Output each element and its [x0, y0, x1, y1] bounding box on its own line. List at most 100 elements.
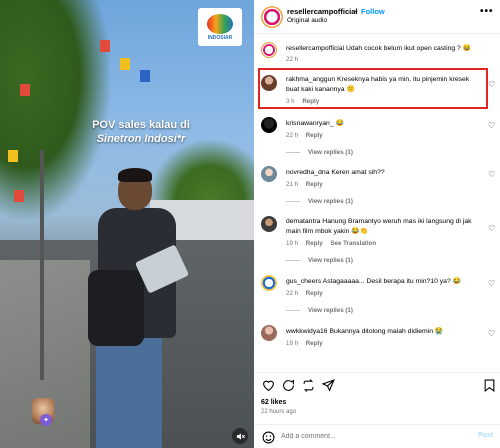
like-count[interactable]: 62 likes — [261, 399, 286, 406]
comment-meta: 22 h Reply — [286, 290, 329, 297]
view-replies-label[interactable]: View replies (1) — [308, 198, 353, 205]
divider — [286, 200, 300, 202]
caption-line-1: POV sales kalau di — [92, 119, 190, 131]
avatar[interactable] — [261, 6, 283, 28]
comment-time: 22 h — [286, 56, 299, 63]
view-replies-button[interactable]: View replies (1) — [286, 307, 353, 314]
video-caption: POV sales kalau di Sinetron Indosi*r — [76, 118, 206, 146]
like-comment-icon[interactable]: ♡ — [488, 80, 495, 89]
bunting-flag — [20, 84, 30, 96]
comment-meta: 22 h Reply — [286, 132, 329, 139]
logo-emblem — [207, 13, 233, 34]
avatar[interactable] — [261, 325, 277, 341]
comment-username[interactable]: dematantra — [286, 218, 320, 225]
person-hair — [118, 168, 152, 182]
logo-text: INDOSIAR — [207, 34, 233, 41]
repost-icon[interactable] — [301, 378, 315, 392]
post-panel: resellercampofficial • Follow Original a… — [254, 0, 500, 448]
add-comment-bar: Post — [254, 424, 500, 448]
comment-text: novredha_dna Keren amat sih?? — [286, 168, 478, 178]
comment-time: 22 h — [286, 132, 299, 139]
speaker-muted-icon — [236, 432, 245, 440]
comment-username[interactable]: wwkkwidya16 — [286, 328, 328, 335]
comment-text: dematantra Hanung Bramantyo weruh mas ik… — [286, 217, 478, 237]
post-timestamp: 22 hours ago — [261, 409, 297, 415]
person-legs — [96, 335, 162, 448]
divider — [286, 151, 300, 153]
bunting-flag — [140, 70, 150, 82]
comment-icon[interactable] — [281, 378, 295, 392]
audio-link[interactable]: Original audio — [287, 17, 327, 24]
caption-line-2: Sinetron Indosi*r — [96, 133, 186, 145]
indosiar-logo: INDOSIAR — [198, 8, 242, 46]
comment-meta: 19 h Reply — [286, 340, 329, 347]
post-header: resellercampofficial • Follow Original a… — [254, 0, 500, 34]
avatar[interactable] — [261, 216, 277, 232]
bunting-flag — [120, 58, 130, 70]
tree-foliage — [0, 0, 110, 220]
bunting-flag — [14, 190, 24, 202]
view-replies-button[interactable]: View replies (1) — [286, 198, 353, 205]
avatar[interactable] — [261, 166, 277, 182]
reply-button[interactable]: Reply — [306, 340, 323, 347]
bookmark-icon[interactable] — [482, 378, 496, 392]
share-icon[interactable] — [321, 378, 335, 392]
post-button[interactable]: Post — [478, 432, 493, 439]
comment-username[interactable]: novredha_dna — [286, 169, 329, 176]
view-replies-button[interactable]: View replies (1) — [286, 257, 353, 264]
avatar[interactable] — [261, 42, 277, 58]
like-comment-icon[interactable]: ♡ — [488, 279, 495, 288]
separator-dot: • — [355, 7, 358, 16]
bunting-flag — [8, 150, 18, 162]
view-replies-label[interactable]: View replies (1) — [308, 149, 353, 156]
emoji-icon[interactable] — [261, 430, 275, 444]
like-comment-icon[interactable]: ♡ — [488, 121, 495, 130]
follow-button[interactable]: Follow — [361, 7, 385, 16]
backpack — [88, 270, 144, 346]
comment-meta: 19 h Reply See Translation — [286, 240, 382, 247]
comment-input[interactable] — [281, 429, 461, 444]
like-comment-icon[interactable]: ♡ — [488, 170, 495, 179]
comment-time: 19 h — [286, 240, 299, 247]
comment-time: 21 h — [286, 181, 299, 188]
bunting-flag — [100, 40, 110, 52]
comment-text: krisnawanryan_ 😂 — [286, 119, 478, 129]
reply-button[interactable]: Reply — [306, 290, 323, 297]
comment-meta: 22 h — [286, 56, 304, 63]
mute-icon[interactable] — [232, 428, 248, 444]
comment-time: 19 h — [286, 340, 299, 347]
sticker-badge-icon: ✦ — [40, 414, 52, 426]
reel-video[interactable]: INDOSIAR POV sales kalau di Sinetron Ind… — [0, 0, 254, 448]
comment-username[interactable]: krisnawanryan_ — [286, 120, 334, 127]
comment-text: gus_cheers Astagaaaaa... Desil berapa it… — [286, 277, 478, 287]
comment-body: Bukannya ditolong malah didiemin 😭 — [329, 328, 444, 335]
comment-body: 😂 — [335, 120, 344, 127]
comment-username[interactable]: gus_cheers — [286, 278, 321, 285]
header-username[interactable]: resellercampofficial — [287, 7, 357, 16]
comment-body: Udah cocok belum ikut open casting ? 😆 — [345, 45, 472, 52]
like-comment-icon[interactable]: ♡ — [488, 224, 495, 233]
action-bar — [254, 372, 500, 396]
view-replies-label[interactable]: View replies (1) — [308, 307, 353, 314]
like-comment-icon[interactable]: ♡ — [488, 329, 495, 338]
heart-icon[interactable] — [261, 378, 275, 392]
avatar[interactable] — [261, 275, 277, 291]
more-options-icon[interactable]: ••• — [480, 6, 494, 17]
reply-button[interactable]: Reply — [306, 240, 323, 247]
comment-time: 22 h — [286, 290, 299, 297]
comment-highlight-box — [258, 68, 488, 109]
comment-text: wwkkwidya16 Bukannya ditolong malah didi… — [286, 327, 478, 337]
comment-username[interactable]: resellercampofficial — [286, 45, 344, 52]
comment-body: Astagaaaaa... Desil berapa itu min?10 ya… — [322, 278, 462, 285]
comment-meta: 21 h Reply — [286, 181, 329, 188]
avatar[interactable] — [261, 117, 277, 133]
reply-button[interactable]: Reply — [306, 181, 323, 188]
view-replies-button[interactable]: View replies (1) — [286, 149, 353, 156]
reply-button[interactable]: Reply — [306, 132, 323, 139]
divider — [286, 259, 300, 261]
divider — [286, 309, 300, 311]
view-replies-label[interactable]: View replies (1) — [308, 257, 353, 264]
comment-body: Keren amat sih?? — [331, 169, 385, 176]
see-translation-button[interactable]: See Translation — [330, 240, 376, 247]
street-pole — [40, 150, 44, 380]
